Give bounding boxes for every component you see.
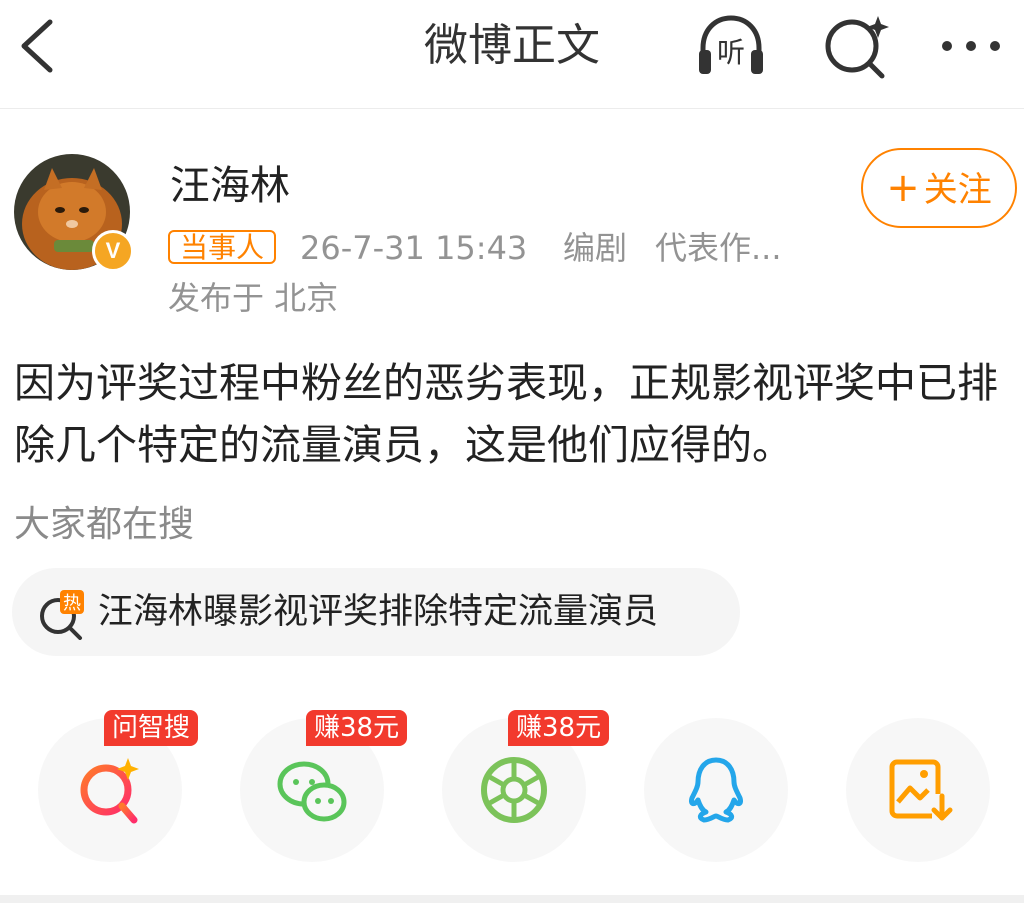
ai-search-badge: 问智搜 bbox=[104, 710, 199, 746]
share-ai-search-button[interactable]: 问智搜 bbox=[38, 710, 199, 862]
bottom-divider bbox=[0, 895, 1024, 903]
moments-reward-badge: 赚38元 bbox=[508, 710, 610, 746]
top-nav-bar: 微博正文 听 bbox=[0, 0, 1024, 109]
author-name[interactable]: 汪海林 bbox=[170, 160, 290, 212]
party-badge: 当事人 bbox=[168, 230, 277, 264]
author-role: 编剧 bbox=[563, 229, 628, 267]
share-save-image-button[interactable] bbox=[846, 718, 990, 862]
verified-badge: V bbox=[92, 230, 134, 272]
moments-icon bbox=[481, 757, 547, 823]
post-time: 26-7-31 15:43 bbox=[300, 229, 528, 267]
save-image-icon bbox=[889, 759, 953, 824]
hot-icon-text: 热 bbox=[63, 593, 81, 614]
more-button[interactable] bbox=[935, 12, 1007, 80]
post-location: 发布于 北京 bbox=[168, 279, 339, 317]
ai-search-icon bbox=[80, 758, 139, 824]
hot-search-icon: 热 bbox=[34, 586, 88, 640]
listen-button[interactable]: 听 bbox=[695, 12, 767, 80]
more-dots-icon bbox=[942, 41, 1000, 51]
plus-icon: + bbox=[886, 165, 920, 211]
qq-icon bbox=[689, 757, 743, 823]
trending-search-label: 汪海林曝影视评奖排除特定流量演员 bbox=[98, 592, 659, 632]
share-moments-button[interactable]: 赚38元 bbox=[442, 710, 610, 862]
ai-search-button[interactable] bbox=[820, 12, 892, 80]
author-works: 代表作... bbox=[655, 229, 782, 267]
post-body: 因为评奖过程中粉丝的恶劣表现，正规影视评奖中已排除几个特定的流量演员，这是他们应… bbox=[14, 359, 998, 469]
wechat-reward-badge: 赚38元 bbox=[306, 710, 408, 746]
follow-label: 关注 bbox=[923, 170, 992, 210]
share-qq-button[interactable] bbox=[644, 718, 788, 862]
follow-button[interactable]: + 关注 bbox=[861, 148, 1017, 228]
listen-label: 听 bbox=[717, 36, 745, 69]
trending-title: 大家都在搜 bbox=[14, 504, 195, 545]
trending-search-chip[interactable]: 热 汪海林曝影视评奖排除特定流量演员 bbox=[12, 568, 740, 656]
search-sparkle-icon bbox=[825, 16, 889, 79]
wechat-icon bbox=[277, 761, 347, 822]
headphones-icon: 听 bbox=[699, 15, 763, 74]
share-wechat-button[interactable]: 赚38元 bbox=[240, 710, 408, 862]
